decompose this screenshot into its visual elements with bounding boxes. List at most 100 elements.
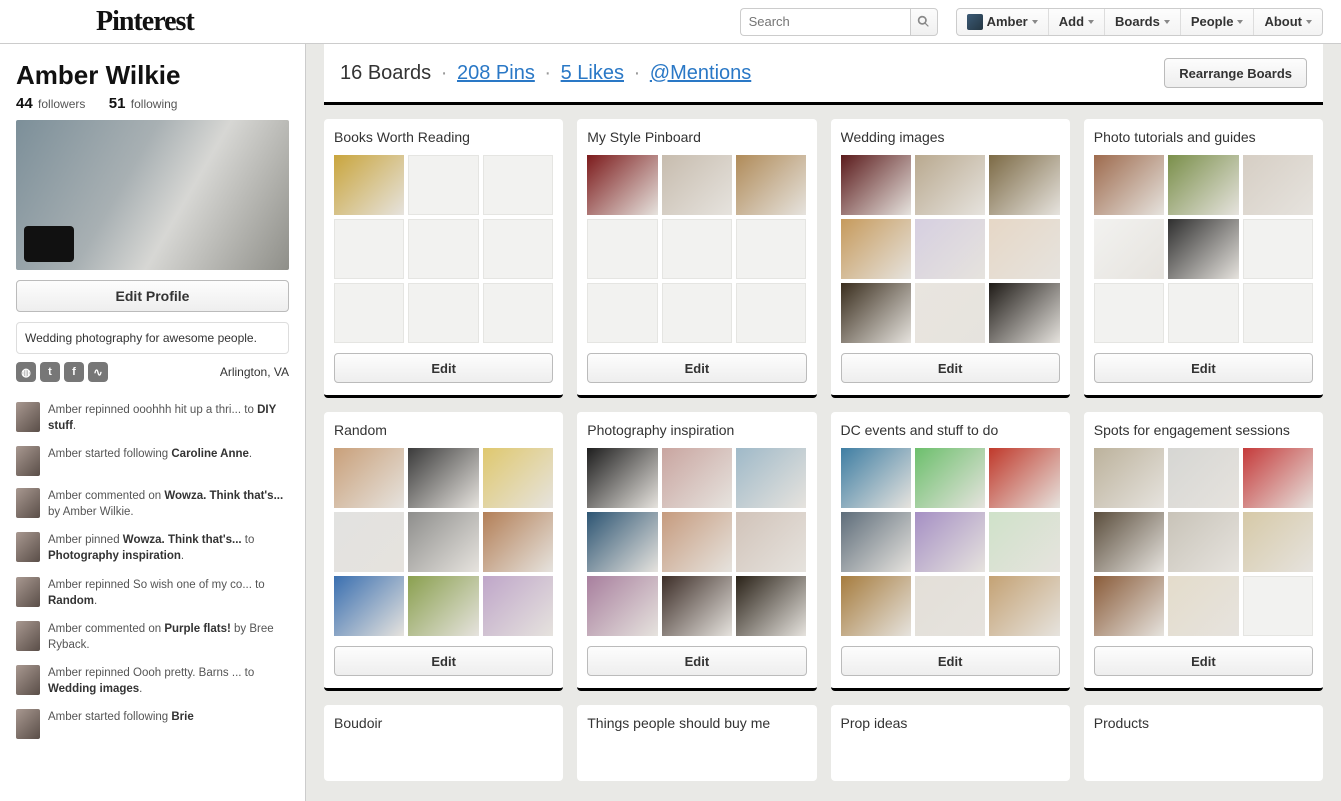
activity-item[interactable]: Amber pinned Wowza. Think that's... to P…: [0, 526, 305, 570]
board-thumb-grid: [587, 155, 806, 343]
board-card[interactable]: Random Edit: [324, 412, 563, 691]
board-card[interactable]: Products: [1084, 705, 1323, 781]
chevron-down-icon: [1306, 20, 1312, 24]
sidebar: Amber Wilkie 44 followers 51 following E…: [0, 44, 306, 801]
board-thumb-grid: [1094, 448, 1313, 636]
brand-logo[interactable]: Pinterest: [96, 6, 194, 38]
board-thumb: [587, 155, 657, 215]
board-thumb: [408, 512, 478, 572]
board-thumb: [408, 576, 478, 636]
activity-thumb: [16, 709, 40, 739]
board-thumb: [334, 155, 404, 215]
nav-user[interactable]: Amber: [957, 9, 1049, 35]
board-title: Random: [334, 422, 553, 438]
board-edit-button[interactable]: Edit: [841, 353, 1060, 383]
board-thumb: [736, 219, 806, 279]
board-thumb: [662, 219, 732, 279]
board-thumb: [334, 512, 404, 572]
activity-text: Amber repinned So wish one of my co... t…: [48, 577, 289, 609]
activity-item[interactable]: Amber repinned Oooh pretty. Barns ... to…: [0, 659, 305, 703]
rearrange-boards-button[interactable]: Rearrange Boards: [1164, 58, 1307, 88]
nav-add[interactable]: Add: [1049, 9, 1105, 35]
board-thumb: [915, 576, 985, 636]
board-thumb: [841, 155, 911, 215]
board-edit-button[interactable]: Edit: [841, 646, 1060, 676]
board-thumb: [841, 219, 911, 279]
globe-icon[interactable]: ◍: [16, 362, 36, 382]
board-thumb: [1243, 576, 1313, 636]
board-thumb: [334, 283, 404, 343]
board-thumb: [587, 512, 657, 572]
following-count[interactable]: 51: [109, 95, 126, 112]
pins-link[interactable]: 208 Pins: [457, 62, 535, 84]
board-thumb: [1094, 155, 1164, 215]
board-thumb-grid: [587, 448, 806, 636]
nav-people-label: People: [1191, 14, 1234, 29]
edit-profile-button[interactable]: Edit Profile: [16, 280, 289, 312]
board-card[interactable]: Things people should buy me: [577, 705, 816, 781]
board-card[interactable]: Books Worth ReadingEdit: [324, 119, 563, 398]
boards-count: 16: [340, 62, 362, 84]
activity-item[interactable]: Amber started following Brie: [0, 703, 305, 745]
nav-about[interactable]: About: [1254, 9, 1322, 35]
mentions-link[interactable]: @Mentions: [650, 62, 751, 84]
likes-link[interactable]: 5 Likes: [561, 62, 624, 84]
facebook-icon[interactable]: f: [64, 362, 84, 382]
board-thumb: [841, 576, 911, 636]
board-card[interactable]: Wedding imagesEdit: [831, 119, 1070, 398]
board-thumb: [736, 448, 806, 508]
activity-text: Amber started following Caroline Anne.: [48, 446, 252, 476]
board-thumb: [915, 448, 985, 508]
board-card[interactable]: Photography inspirationEdit: [577, 412, 816, 691]
board-card[interactable]: Prop ideas: [831, 705, 1070, 781]
activity-item[interactable]: Amber commented on Purple flats! by Bree…: [0, 615, 305, 659]
follow-stats: 44 followers 51 following: [16, 95, 289, 112]
board-thumb: [915, 283, 985, 343]
activity-item[interactable]: Amber commented on Wowza. Think that's..…: [0, 482, 305, 526]
board-card[interactable]: DC events and stuff to doEdit: [831, 412, 1070, 691]
board-card[interactable]: My Style PinboardEdit: [577, 119, 816, 398]
main-content: 16 Boards · 208 Pins · 5 Likes · @Mentio…: [306, 44, 1323, 801]
board-edit-button[interactable]: Edit: [1094, 353, 1313, 383]
board-thumb: [1094, 219, 1164, 279]
board-thumb: [736, 512, 806, 572]
board-edit-button[interactable]: Edit: [334, 646, 553, 676]
board-title: Products: [1094, 715, 1313, 731]
board-thumb: [483, 576, 553, 636]
board-card[interactable]: Spots for engagement sessionsEdit: [1084, 412, 1323, 691]
profile-name: Amber Wilkie: [16, 60, 289, 91]
avatar-icon: [967, 14, 983, 30]
nav-add-label: Add: [1059, 14, 1084, 29]
profile-bio: Wedding photography for awesome people.: [16, 322, 289, 354]
board-edit-button[interactable]: Edit: [334, 353, 553, 383]
board-thumb: [587, 283, 657, 343]
board-edit-button[interactable]: Edit: [587, 353, 806, 383]
board-card[interactable]: Boudoir: [324, 705, 563, 781]
board-thumb: [408, 155, 478, 215]
top-nav: Amber Add Boards People About: [956, 8, 1323, 36]
activity-text: Amber commented on Wowza. Think that's..…: [48, 488, 289, 520]
board-thumb: [736, 155, 806, 215]
followers-count[interactable]: 44: [16, 95, 33, 112]
board-card[interactable]: Photo tutorials and guidesEdit: [1084, 119, 1323, 398]
rss-icon[interactable]: ∿: [88, 362, 108, 382]
search-input[interactable]: [740, 8, 910, 36]
activity-item[interactable]: Amber repinned So wish one of my co... t…: [0, 571, 305, 615]
board-thumb: [1168, 448, 1238, 508]
board-edit-button[interactable]: Edit: [1094, 646, 1313, 676]
activity-item[interactable]: Amber started following Caroline Anne.: [0, 440, 305, 482]
profile-photo[interactable]: [16, 120, 289, 270]
activity-thumb: [16, 446, 40, 476]
board-thumb: [587, 448, 657, 508]
board-thumb: [662, 448, 732, 508]
nav-people[interactable]: People: [1181, 9, 1255, 35]
activity-thumb: [16, 532, 40, 562]
board-thumb: [915, 512, 985, 572]
board-thumb: [408, 448, 478, 508]
nav-boards[interactable]: Boards: [1105, 9, 1181, 35]
activity-item[interactable]: Amber repinned ooohhh hit up a thri... t…: [0, 396, 305, 440]
search-button[interactable]: [910, 8, 938, 36]
followers-label: followers: [38, 97, 85, 111]
board-edit-button[interactable]: Edit: [587, 646, 806, 676]
twitter-icon[interactable]: t: [40, 362, 60, 382]
